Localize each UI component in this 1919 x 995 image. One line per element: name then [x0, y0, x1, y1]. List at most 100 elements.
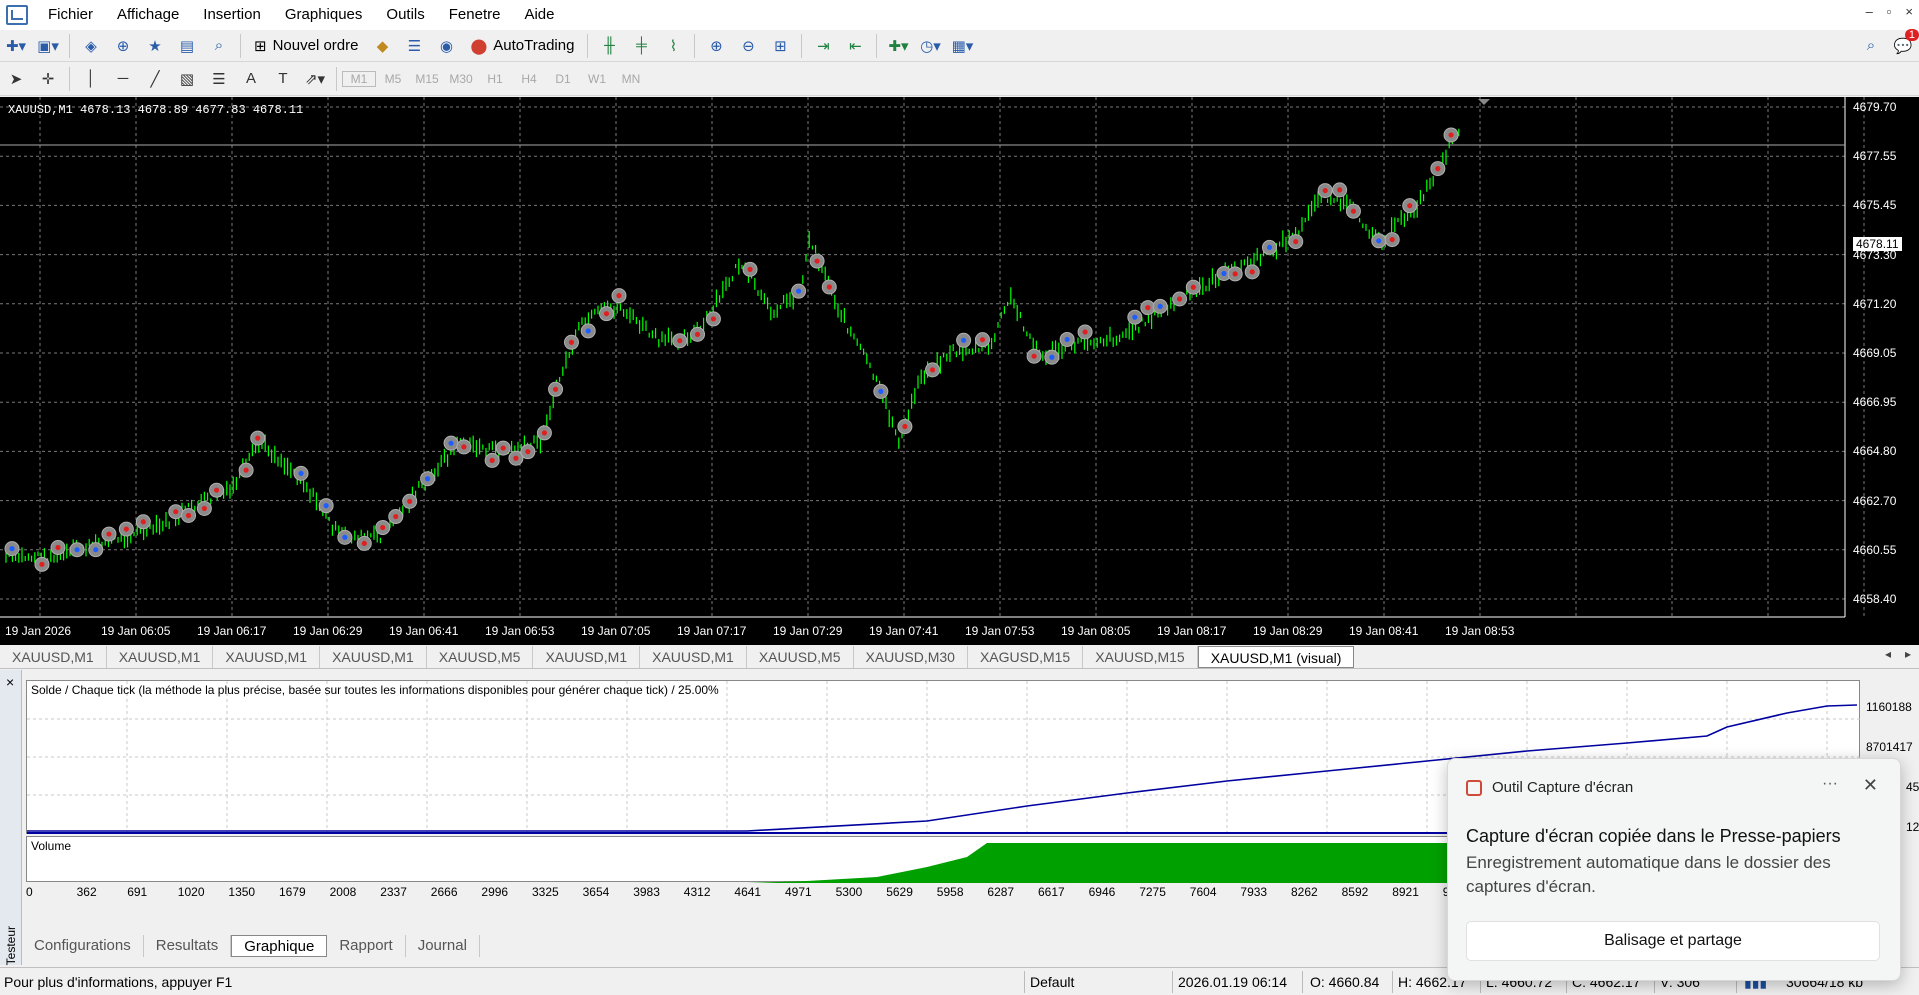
signals-icon[interactable]: ☰	[400, 33, 428, 59]
tf-m15[interactable]: M15	[410, 72, 444, 86]
sell-marker	[1249, 269, 1255, 275]
tf-d1[interactable]: D1	[546, 72, 580, 86]
autotrading-button[interactable]: ⬤ AutoTrading	[464, 33, 580, 59]
notifications-icon[interactable]: 💬 1	[1889, 28, 1919, 59]
indicators-icon[interactable]: ✚▾	[884, 33, 912, 59]
sell-marker	[380, 524, 386, 531]
chart-tab[interactable]: XAUUSD,M15	[1083, 645, 1198, 668]
tf-mn[interactable]: MN	[614, 72, 648, 86]
text-icon[interactable]: A	[237, 66, 265, 92]
arrows-icon[interactable]: ⇗▾	[301, 66, 329, 92]
menu-outils[interactable]: Outils	[374, 0, 436, 30]
chart-tab[interactable]: XAUUSD,M5	[747, 645, 854, 668]
chart-tab[interactable]: XAUUSD,M1	[320, 645, 427, 668]
bar-chart-icon[interactable]: ╫	[595, 33, 623, 59]
candlestick-icon[interactable]: ╪	[627, 33, 655, 59]
snipping-tool-toast[interactable]: Outil Capture d'écran ··· ✕ Capture d'éc…	[1447, 758, 1901, 981]
tf-m1[interactable]: M1	[342, 70, 376, 87]
zoom-in-icon[interactable]: ⊕	[702, 33, 730, 59]
cursor-icon[interactable]: ➤	[2, 66, 30, 92]
tester-x-tick: 8262	[1291, 885, 1318, 899]
tab-journal[interactable]: Journal	[406, 935, 480, 957]
crosshair-icon[interactable]: ⊕	[109, 33, 137, 59]
buy-marker	[9, 546, 15, 552]
chart-tab[interactable]: XAUUSD,M1	[213, 645, 321, 668]
toast-close-icon[interactable]: ✕	[1863, 775, 1878, 796]
market-watch-icon[interactable]: ◈	[77, 33, 105, 59]
menu-aide[interactable]: Aide	[512, 0, 566, 30]
menu-insertion[interactable]: Insertion	[191, 0, 273, 30]
navigator-icon[interactable]: ★	[141, 33, 169, 59]
chart-shift-icon[interactable]: ⇤	[841, 33, 869, 59]
sell-marker	[39, 561, 45, 567]
tab-graphique[interactable]: Graphique	[231, 935, 328, 957]
tab-left-icon[interactable]: ◂	[1885, 647, 1891, 661]
menu-fenetre[interactable]: Fenetre	[437, 0, 513, 30]
chart-tab[interactable]: XAUUSD,M1	[533, 645, 641, 668]
tab-resultats[interactable]: Resultats	[144, 935, 232, 957]
tab-rapport[interactable]: Rapport	[327, 935, 406, 957]
status-profile[interactable]: Default	[1030, 974, 1074, 990]
tab-right-icon[interactable]: ▸	[1905, 647, 1911, 661]
metaeditor-icon[interactable]: ◆	[368, 33, 396, 59]
time-tick: 19 Jan 06:53	[485, 624, 555, 638]
channel-icon[interactable]: ▧	[173, 66, 201, 92]
search-icon[interactable]: ⌕	[1857, 33, 1885, 59]
price-tick: 4677.55	[1853, 149, 1897, 164]
chart-tab[interactable]: XAUUSD,M1	[107, 645, 214, 668]
buy-marker	[878, 388, 884, 394]
chart-tab[interactable]: XAUUSD,M5	[427, 645, 534, 668]
snipping-tool-icon	[1466, 779, 1482, 796]
tf-h1[interactable]: H1	[478, 72, 512, 86]
tf-w1[interactable]: W1	[580, 72, 614, 86]
tf-m30[interactable]: M30	[444, 72, 478, 86]
menu-fichier[interactable]: Fichier	[36, 0, 105, 30]
chart-tab[interactable]: XAUUSD,M1	[640, 645, 747, 668]
minimize-button[interactable]: –	[1866, 4, 1873, 19]
tester-close-icon[interactable]: ×	[6, 674, 14, 690]
chart-tab[interactable]: XAGUSD,M15	[968, 645, 1084, 668]
fibonacci-icon[interactable]: ☰	[205, 66, 233, 92]
more-options-icon[interactable]: ···	[1822, 775, 1838, 793]
restore-button[interactable]: ▫	[1887, 4, 1892, 19]
price-tick: 4662.70	[1853, 493, 1897, 508]
chart-tab[interactable]: XAUUSD,M1	[0, 645, 107, 668]
sell-marker	[1190, 284, 1196, 290]
new-order-button[interactable]: ⊞ Nouvel ordre	[248, 33, 364, 59]
new-chart-icon[interactable]: ✚▾	[2, 33, 30, 59]
sell-marker	[616, 293, 622, 299]
terminal-icon[interactable]: ▤	[173, 33, 201, 59]
close-window-button[interactable]: ×	[1905, 4, 1913, 19]
price-chart[interactable]: XAUUSD,M1 4678.13 4678.89 4677.83 4678.1…	[0, 97, 1919, 645]
time-tick: 19 Jan 07:05	[581, 624, 651, 638]
markup-share-button[interactable]: Balisage et partage	[1466, 921, 1880, 961]
menu-affichage[interactable]: Affichage	[105, 0, 191, 30]
periods-icon[interactable]: ◷▾	[916, 33, 944, 59]
zoom-out-icon[interactable]: ⊖	[734, 33, 762, 59]
chart-tab[interactable]: XAUUSD,M1 (visual)	[1197, 645, 1355, 668]
autoscroll-icon[interactable]: ⇥	[809, 33, 837, 59]
tester-x-tick: 4312	[683, 885, 711, 899]
market-icon[interactable]: ◉	[432, 33, 460, 59]
profiles-icon[interactable]: ▣▾	[34, 33, 62, 59]
buy-marker	[795, 288, 802, 294]
vertical-line-icon[interactable]: │	[77, 66, 105, 92]
horizontal-line-icon[interactable]: ─	[109, 66, 137, 92]
templates-icon[interactable]: ▦▾	[948, 33, 976, 59]
trendline-icon[interactable]: ╱	[141, 66, 169, 92]
label-icon[interactable]: T	[269, 66, 297, 92]
app-icon	[6, 5, 28, 25]
tf-h4[interactable]: H4	[512, 72, 546, 86]
menu-graphiques[interactable]: Graphiques	[273, 0, 375, 30]
tf-m5[interactable]: M5	[376, 72, 410, 86]
window-controls: – ▫ ×	[1866, 4, 1913, 19]
toast-header: Outil Capture d'écran	[1466, 779, 1633, 796]
sell-marker	[1232, 271, 1238, 277]
crosshair-tool-icon[interactable]: ✛	[34, 66, 62, 92]
tile-windows-icon[interactable]: ⊞	[766, 33, 794, 59]
chart-tab[interactable]: XAUUSD,M30	[854, 645, 968, 668]
sell-marker	[902, 423, 908, 430]
tab-configurations[interactable]: Configurations	[22, 935, 144, 957]
line-chart-icon[interactable]: ⌇	[659, 33, 687, 59]
tester-icon[interactable]: ⌕	[205, 33, 233, 59]
